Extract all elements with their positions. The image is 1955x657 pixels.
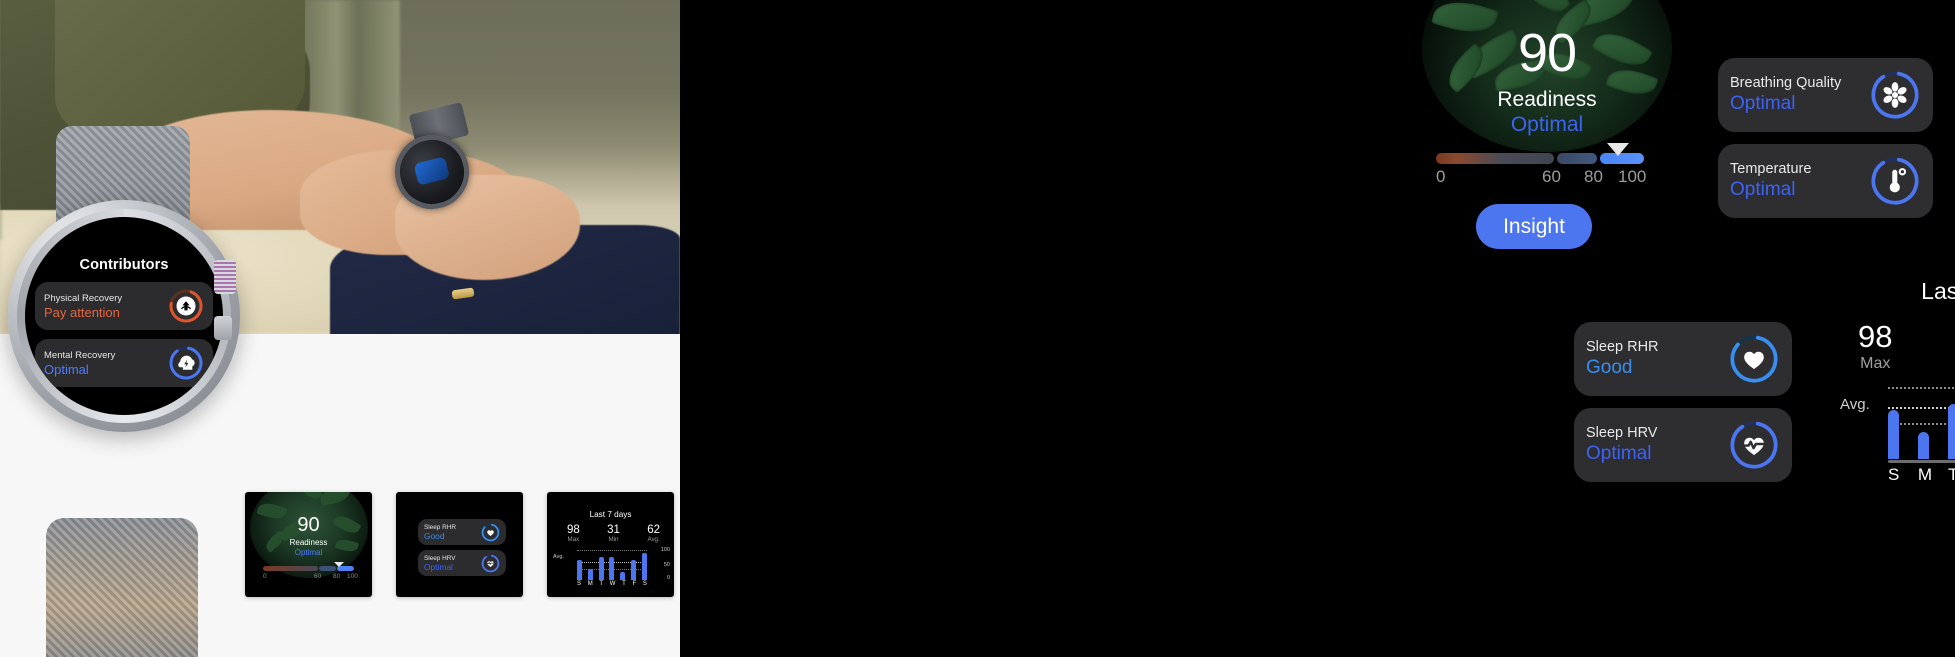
thumb-stat-value: 98 [567,524,580,536]
watch-crown-button[interactable] [214,260,236,294]
thumb-readiness-label: Readiness [289,538,328,547]
last7-title: Last 7 days [1921,278,1955,304]
watch-card-mental-recovery[interactable]: Mental Recovery Optimal [35,339,213,387]
chart-bar [1947,403,1955,459]
heart-pulse-icon [1728,419,1780,471]
thumb-stat-value: 31 [607,524,620,536]
thumb-readiness-state: Optimal [294,548,323,557]
left-marketing-panel: Contributors Physical Recovery Pay atten… [0,0,680,657]
watch-screen: Contributors Physical Recovery Pay atten… [25,217,223,415]
card-value: Optimal [1730,179,1796,200]
watch-contributors-screen: Contributors Physical Recovery Pay atten… [25,217,223,415]
stat-max: 98 Max [1858,319,1893,373]
tick-0: 0 [1436,167,1446,186]
card-breathing-quality[interactable]: Breathing Quality Optimal [1718,58,1933,132]
chart-bar [1888,409,1899,459]
watch-product-render: Contributors Physical Recovery Pay atten… [8,126,240,657]
thumb-chart-day-labels: S M T W T F S [577,581,647,587]
readiness-state: Optimal [1510,113,1584,136]
watch-case: Contributors Physical Recovery Pay atten… [8,200,240,432]
sleep-cards-column: Sleep RHR Good Sleep HRV Optimal [1574,322,1792,494]
screenshot-root: Contributors Physical Recovery Pay atten… [0,0,1955,657]
thumbnail-sleep-cards[interactable]: Sleep RHR Good Sleep HRV Optimal [396,492,523,597]
chart-avg-label: Avg. [1840,395,1870,413]
chart-bars [1888,387,1955,459]
chart-bar [1917,431,1929,459]
thumb-chart-title: Last 7 days [589,510,632,519]
thumb-chart-stats: 98 Max 31 Min 62 Avg. [567,524,660,543]
stat-label: Max [1860,354,1891,372]
card-value: Optimal [1586,443,1652,464]
score-marker-icon [1607,143,1629,156]
thumb-stat-label: Max [567,536,580,543]
tick-80: 80 [1584,167,1603,186]
watch-card-value: Optimal [44,361,89,377]
thumb-card-label: Sleep HRV [424,554,456,562]
tick-100: 100 [1618,167,1647,186]
tick-60: 60 [1542,167,1561,186]
recovery-arrow-icon [168,288,204,324]
chart-day-label: S [1888,464,1900,484]
heart-icon [1728,333,1780,385]
contributor-cards-middle: Breathing Quality Optimal Temperature Op… [1718,58,1933,230]
thumbnail-readiness[interactable]: 90 Readiness Optimal 0 60 80 100 [245,492,372,597]
screen-thumbnails: 90 Readiness Optimal 0 60 80 100 Sleep R… [245,492,674,597]
watch-contributors-title: Contributors [79,257,169,273]
thumb-readiness-marker [334,562,344,567]
thumb-chart-plot [577,550,647,580]
thumb-chart-ytick: 50 [663,562,670,568]
score-bar-segment-low [1436,153,1554,164]
thumb-readiness-score: 90 [297,514,320,536]
thumb-stat-label: Avg. [647,536,660,543]
last7-chart: Avg. 100 50 0 SMTWTFS [1840,386,1955,485]
thumb-card-label: Sleep RHR [424,523,456,531]
right-ui-panel: 90 Readiness Optimal 0 60 80 100 Insight… [680,0,1955,657]
thumb-stat-value: 62 [647,524,660,536]
readiness-hero: 90 Readiness Optimal 0 60 80 100 Insight [1422,0,1672,300]
thermometer-icon [1869,155,1921,207]
thumb-chart-ytick: 100 [660,547,670,553]
stat-value: 98 [1858,319,1893,354]
thumb-stat-label: Min [608,536,619,543]
brain-bolt-icon [168,345,204,381]
watch-strap-bottom [46,518,198,657]
watch-card-physical-recovery[interactable]: Physical Recovery Pay attention [35,282,213,330]
thumb-card-value: Optimal [424,561,453,572]
watch-side-button[interactable] [214,316,232,340]
chart-baseline [1888,459,1955,463]
thumb-sleep-hrv-card: Sleep HRV Optimal [418,550,506,576]
chart-plot-area [1888,386,1955,463]
watch-card-value: Pay attention [44,304,120,320]
readiness-label: Readiness [1497,88,1597,111]
card-value: Optimal [1730,93,1796,114]
watch-card-label: Physical Recovery [44,292,123,304]
flower-icon [1869,69,1921,121]
chart-day-label: T [1947,464,1955,484]
thumb-card-value: Good [424,530,445,541]
card-value: Good [1586,357,1633,378]
card-label: Sleep RHR [1586,339,1659,355]
last-7-days-section: Last 7 days 98 Max 31 Min 62 Avg. Avg. [1840,278,1955,485]
thumb-chart-avg-label: Avg. [553,554,564,560]
card-label: Breathing Quality [1730,75,1842,91]
readiness-tick-labels: 0 60 80 100 [1432,167,1648,187]
card-label: Sleep HRV [1586,425,1658,441]
chart-day-label: M [1917,464,1932,484]
heart-icon [481,523,500,542]
card-sleep-rhr[interactable]: Sleep RHR Good [1574,322,1792,396]
chart-day-labels: SMTWTFS [1888,465,1955,485]
card-sleep-hrv[interactable]: Sleep HRV Optimal [1574,408,1792,482]
card-temperature[interactable]: Temperature Optimal [1718,144,1933,218]
last7-stats: 98 Max 31 Min 62 Avg. [1858,319,1955,373]
readiness-score: 90 [1517,23,1577,83]
heart-pulse-icon [481,554,500,573]
watch-card-label: Mental Recovery [44,349,116,361]
score-bar-segment-mid [1557,153,1597,164]
card-label: Temperature [1730,161,1812,177]
thumb-sleep-rhr-card: Sleep RHR Good [418,519,506,545]
thumbnail-last7-chart[interactable]: Last 7 days 98 Max 31 Min 62 Avg. Avg. 1… [547,492,674,597]
insight-button[interactable]: Insight [1476,204,1592,249]
thumb-chart-ytick: 0 [666,575,670,581]
